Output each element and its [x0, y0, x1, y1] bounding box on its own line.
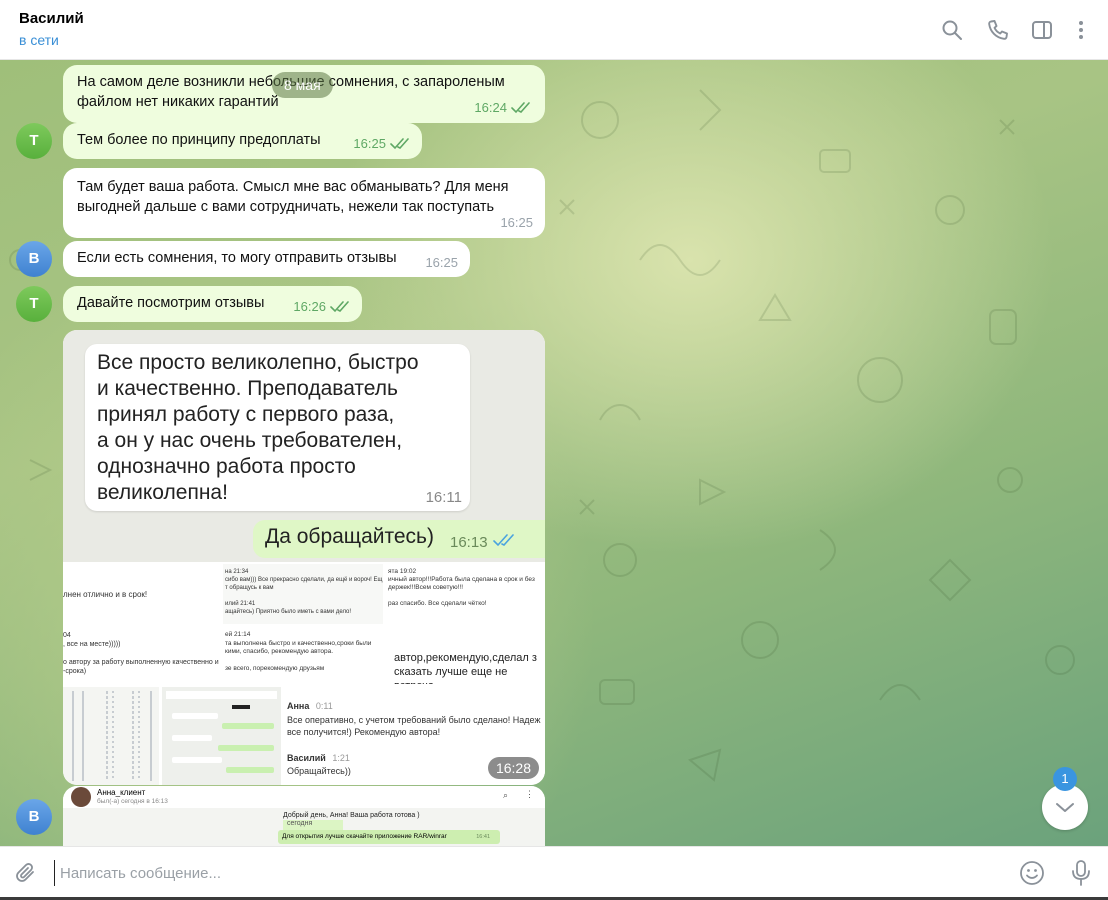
message-text: Давайте посмотрим отзывы [77, 295, 265, 311]
preview-today: сегодня [283, 820, 343, 830]
tile-text: автор,рекомендую,сделал з сказать лучше … [394, 652, 537, 684]
message-text: Если есть сомнения, то могу отправить от… [77, 250, 397, 266]
avatar[interactable]: Т [16, 286, 52, 322]
review-tile[interactable]: автор,рекомендую,сделал з сказать лучше … [386, 627, 545, 684]
tile-author: Анна 0:11 [287, 701, 333, 711]
tile-author-time: 1:21 [332, 753, 350, 763]
tile-text: ята 19:02 ичный автор!!!Работа была сдел… [388, 568, 535, 607]
review-tile[interactable] [63, 687, 159, 785]
message-input[interactable] [54, 860, 994, 886]
composer [0, 846, 1108, 898]
message-time: 16:24 [474, 100, 507, 115]
tile-author-time: 0:11 [315, 701, 333, 711]
review-tile[interactable] [162, 687, 281, 785]
search-icon: ⌕ [503, 790, 509, 800]
review-tile[interactable]: ей 21:14 та выполнена быстро и качествен… [223, 627, 383, 684]
message-bubble[interactable]: Там будет ваша работа. Смысл мне вас обм… [63, 168, 545, 238]
tile-author-name: Анна [287, 701, 310, 711]
message-text: Тем более по принципу предоплаты [77, 132, 321, 148]
message-text: Там будет ваша работа. Смысл мне вас обм… [77, 179, 509, 215]
date-pill: 8 мая [272, 72, 333, 98]
preview-line1: Добрый день, Анна! Ваша работа готова ) [283, 812, 420, 819]
message-meta: 16:24 [474, 98, 533, 118]
attach-icon[interactable] [14, 861, 38, 885]
reply-time: 16:13 [450, 534, 488, 551]
tile-text: Все оперативно, с учетом требований было… [287, 715, 541, 737]
album-time: 16:28 [487, 757, 539, 779]
preview-avatar [71, 787, 91, 807]
tile-author-name: Василий [287, 753, 326, 763]
emoji-icon[interactable] [1019, 860, 1045, 886]
peer-status: в сети [19, 32, 59, 48]
preview-line2: Для открытия лучше скачайте приложение R… [278, 830, 500, 844]
reply-text: Да обращайтесь) [265, 525, 434, 548]
avatar[interactable]: В [16, 241, 52, 277]
more-icon: ⋮ [525, 789, 534, 799]
message-meta: 16:25 [425, 253, 458, 273]
photo-album[interactable]: Все просто великолепно, быстро и качеств… [63, 330, 545, 785]
phone-icon[interactable] [986, 18, 1010, 42]
avatar[interactable]: В [16, 799, 52, 835]
reply-bubble: Да обращайтесь) 16:13 [253, 520, 545, 558]
message-time: 16:25 [353, 136, 386, 151]
message-meta: 16:26 [293, 297, 352, 317]
chevron-down-icon [1056, 803, 1074, 812]
review-text: Все просто великолепно, быстро и качеств… [97, 351, 419, 504]
review-tile[interactable]: 04 , все на месте))))) о автору за работ… [63, 627, 220, 684]
chat-header: Василий в сети [0, 0, 1108, 60]
chat-screenshot-image [166, 691, 277, 773]
tile-text: лнен отлично и в срок! [63, 590, 148, 599]
tile-text: на 21:34 сибо вам))) Все прекрасно сдела… [225, 569, 383, 615]
preview-name: Анна_клиент [97, 788, 146, 797]
message-bubble[interactable]: Давайте посмотрим отзывы 16:26 [63, 286, 362, 322]
read-checks-icon [390, 138, 409, 150]
review-tile[interactable]: лнен отлично и в срок! [63, 564, 220, 624]
tile-text: ей 21:14 та выполнена быстро и качествен… [225, 631, 372, 672]
peer-name[interactable]: Василий [19, 10, 84, 27]
avatar[interactable]: Т [16, 123, 52, 159]
chat-area[interactable]: На самом деле возникли небольшие сомнени… [0, 60, 1108, 846]
review-tile[interactable]: ята 19:02 ичный автор!!!Работа была сдел… [386, 564, 545, 624]
review-tile[interactable]: на 21:34 сибо вам))) Все прекрасно сдела… [223, 564, 383, 624]
more-icon[interactable] [1069, 18, 1093, 42]
mic-icon[interactable] [1068, 859, 1094, 887]
tile-author: Василий 1:21 [287, 753, 350, 763]
tile-text: Обращайтесь)) [287, 766, 351, 776]
search-icon[interactable] [940, 18, 964, 42]
read-checks-icon [493, 534, 514, 547]
review-bubble: Все просто великолепно, быстро и качеств… [85, 344, 470, 511]
chat-screenshot-preview[interactable]: Анна_клиент был(-а) сегодня в 16:13 ⌕ ⋮ … [63, 786, 545, 846]
message-meta: 16:25 [353, 134, 412, 154]
preview-header: Анна_клиент был(-а) сегодня в 16:13 ⌕ ⋮ [63, 786, 545, 808]
message-bubble[interactable]: Тем более по принципу предоплаты 16:25 [63, 123, 422, 159]
message-time: 16:25 [425, 255, 458, 270]
rotated-screenshot-image [72, 691, 152, 781]
preview-status: был(-а) сегодня в 16:13 [97, 798, 168, 805]
message-meta: 16:25 [500, 213, 533, 233]
read-checks-icon [511, 102, 530, 114]
review-screenshot[interactable]: Все просто великолепно, быстро и качеств… [63, 330, 545, 562]
unread-badge: 1 [1053, 767, 1077, 791]
read-checks-icon [330, 301, 349, 313]
preview-line2-text: Для открытия лучше скачайте приложение R… [282, 833, 447, 840]
sidebar-icon[interactable] [1030, 18, 1054, 42]
review-time: 16:11 [425, 489, 462, 506]
message-time: 16:26 [293, 299, 326, 314]
message-bubble[interactable]: Если есть сомнения, то могу отправить от… [63, 241, 470, 277]
preview-line2-time: 16:41 [476, 834, 490, 840]
tile-text: 04 , все на месте))))) о автору за работ… [63, 632, 219, 675]
message-time: 16:25 [500, 215, 533, 230]
